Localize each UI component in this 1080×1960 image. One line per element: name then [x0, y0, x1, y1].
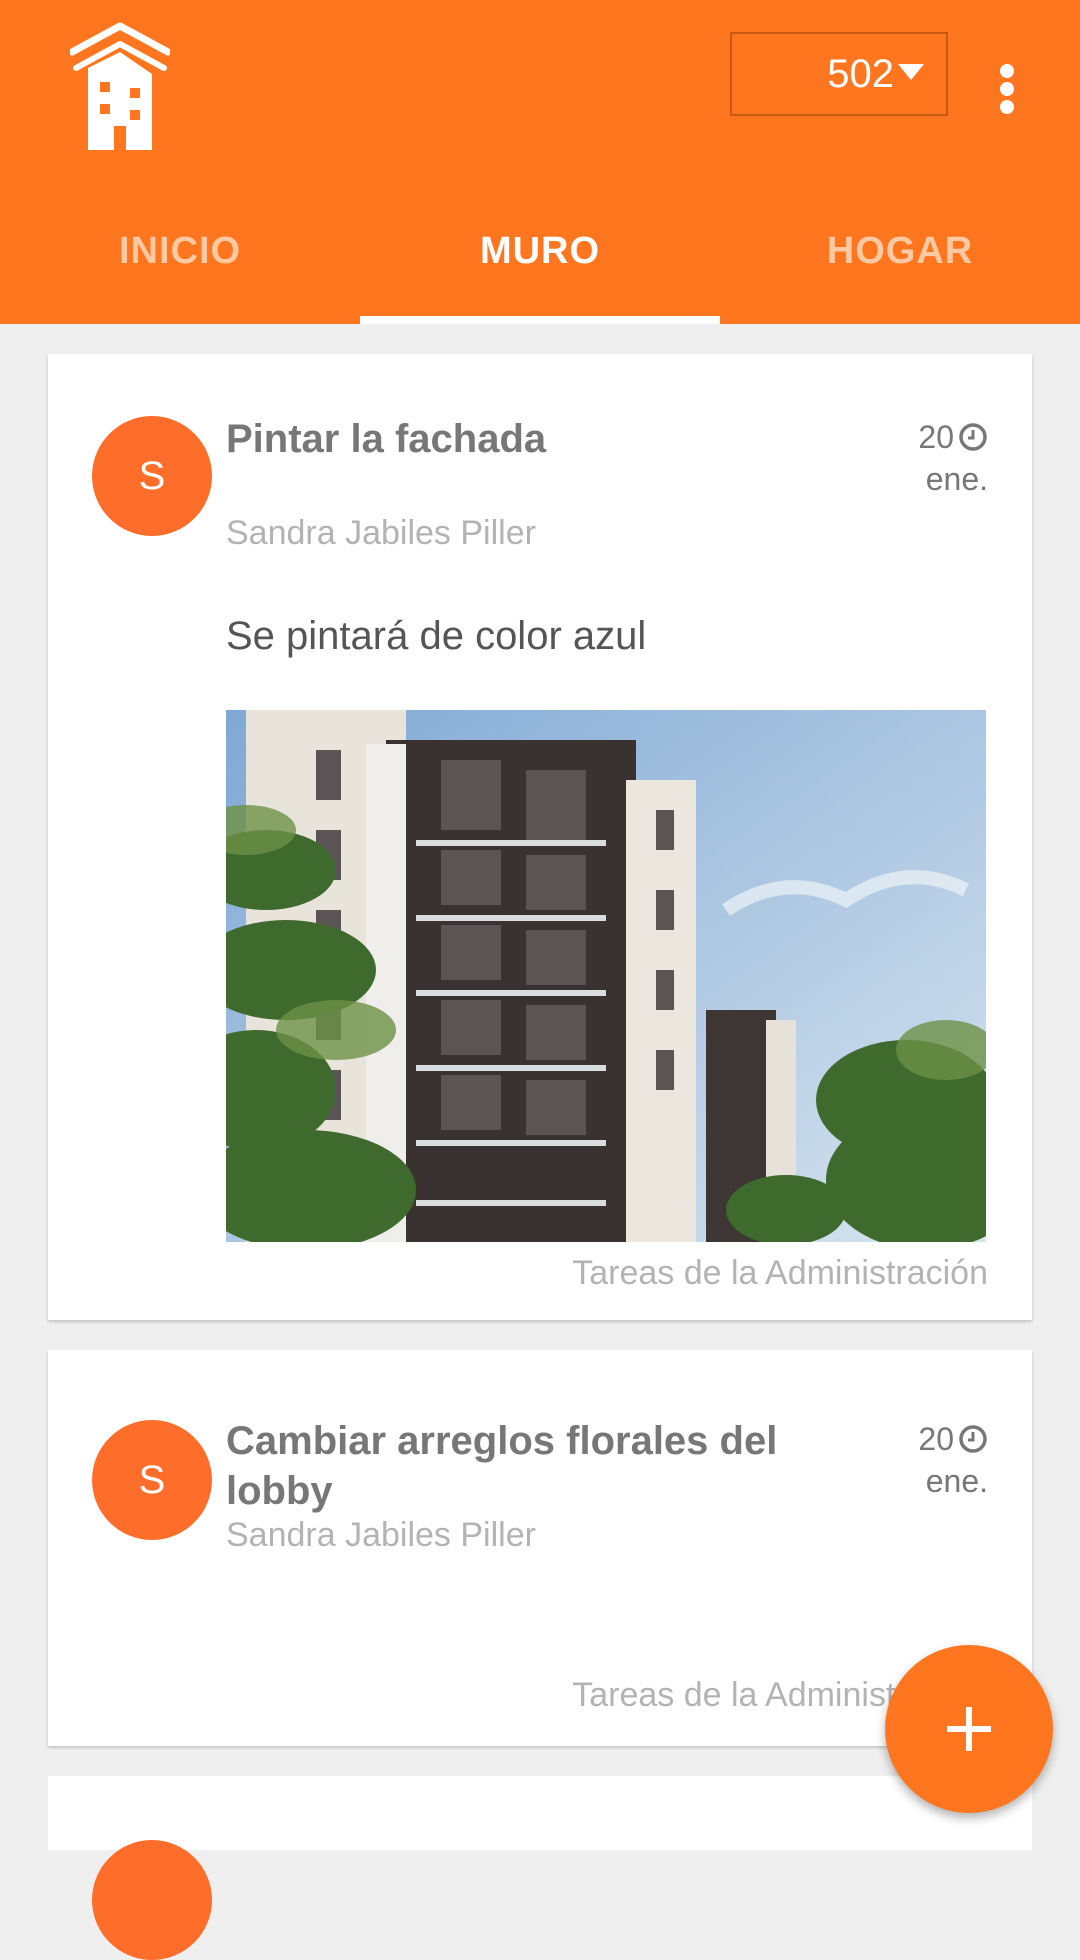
post-category: Tareas de la Administración — [572, 1254, 988, 1292]
post-date-month: ene. — [925, 1463, 988, 1499]
post-title: Pintar la fachada — [226, 417, 547, 461]
active-tab-indicator — [360, 316, 720, 324]
tab-inicio[interactable]: INICIO — [0, 210, 360, 324]
post-card[interactable]: S Pintar la fachada 20 ene. Sandra Jabil… — [48, 354, 1032, 1320]
post-author: Sandra Jabiles Piller — [226, 514, 536, 552]
more-vert-icon[interactable] — [992, 60, 1022, 116]
tab-bar: INICIO MURO HOGAR — [0, 210, 1080, 324]
tab-hogar-label: HOGAR — [826, 230, 974, 272]
post-card[interactable] — [48, 1776, 1032, 1960]
post-date: 20 ene. — [918, 416, 988, 500]
plus-icon — [947, 1707, 991, 1751]
post-date-day: 20 — [918, 1421, 954, 1457]
post-body: Se pintará de color azul — [226, 614, 647, 658]
post-date: 20 ene. — [918, 1418, 988, 1502]
post-date-day: 20 — [918, 419, 954, 455]
building-logo-icon — [70, 22, 170, 150]
post-title: Cambiar arreglos florales del lobby — [226, 1419, 778, 1513]
add-post-button[interactable] — [885, 1645, 1053, 1813]
tab-inicio-label: INICIO — [118, 230, 242, 272]
dropdown-caret-icon — [898, 64, 924, 80]
clock-icon — [959, 423, 987, 451]
avatar: S — [92, 1420, 212, 1540]
post-date-month: ene. — [925, 461, 988, 497]
avatar-letter: S — [138, 1457, 166, 1502]
tab-muro-label: MURO — [479, 230, 601, 272]
app-bar: 502 INICIO MURO HOGAR — [0, 0, 1080, 324]
avatar-letter: S — [138, 453, 166, 498]
tab-hogar[interactable]: HOGAR — [720, 210, 1080, 324]
unit-selector[interactable]: 502 — [730, 32, 948, 116]
avatar — [92, 1840, 212, 1960]
clock-icon — [959, 1425, 987, 1453]
unit-selector-value: 502 — [827, 51, 894, 96]
avatar: S — [92, 416, 212, 536]
building-photo — [226, 710, 986, 1242]
post-author: Sandra Jabiles Piller — [226, 1516, 536, 1554]
tab-muro[interactable]: MURO — [360, 210, 720, 324]
post-card[interactable]: S Cambiar arreglos florales del lobby 20… — [48, 1350, 1032, 1746]
